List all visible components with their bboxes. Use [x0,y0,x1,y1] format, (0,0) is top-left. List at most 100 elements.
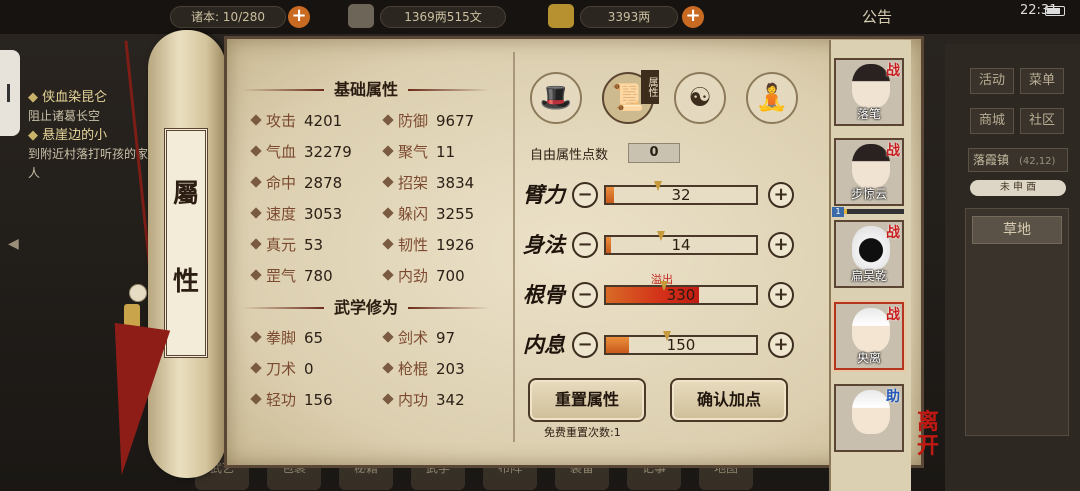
stamina-plus-button[interactable]: + [288,6,310,28]
free-points-label: 自由属性点数 [530,148,609,163]
basic-attributes-heading: 基础属性 [242,78,416,102]
member-name: 落笔 [856,107,881,121]
tassel-bead [129,284,147,302]
location-name: 落霞镇 [973,153,1010,167]
role-badge: 助 [886,389,900,405]
stat-dodge: 躲闪 3255 [382,203,474,225]
agility-value: 14 [671,236,691,254]
stat-hp: 气血 32279 [250,141,352,163]
hat-icon[interactable]: 🎩 [530,72,582,124]
body-figure-icon[interactable]: 🧘 [746,72,798,124]
party-member-selected[interactable]: 战央离 [834,302,904,370]
strength-minus-button[interactable]: − [572,182,598,208]
party-member[interactable]: 战扁吴乾 [834,220,904,288]
scroll-title-plaque: 屬 性 [164,128,208,358]
tab-active-tag: 属性 [641,70,659,104]
member-hp-bar [834,209,904,214]
breath-bar: 150 [604,331,758,355]
attr-name-strength: 臂力 [523,182,565,207]
confirm-points-button[interactable]: 确认加点 [670,378,788,422]
silver-ingot-icon [548,4,574,28]
heading-text: 武学修为 [333,298,398,317]
heading-text: 基础属性 [333,80,398,99]
scroll-title-char: 性 [172,267,199,297]
breath-plus-button[interactable]: + [768,332,794,358]
attr-name-breath: 内息 [523,332,565,357]
attr-name-constitution: 根骨 [523,282,565,307]
agility-minus-button[interactable]: − [572,232,598,258]
member-level-badge: 1 [832,207,844,217]
agility-plus-button[interactable]: + [768,232,794,258]
constitution-value: 330 [666,286,696,304]
constitution-bar: 330 [604,281,758,305]
copper-display: 1369两515文 [380,6,506,28]
quest-desc: 到附近村落打听孩的家人 [28,147,149,180]
menu-button[interactable]: 菜单 [1020,68,1064,94]
stat-toughness: 韧性 1926 [382,234,474,256]
bagua-icon[interactable]: ☯ [674,72,726,124]
stat-sword: 剑术 97 [382,327,455,349]
left-drawer-handle[interactable] [0,50,20,136]
party-member[interactable]: 战步惊云 [834,138,904,206]
announcement-button[interactable]: 公告 [862,6,892,27]
copper-coin-icon [348,4,374,28]
stat-fist: 拳脚 65 [250,327,323,349]
strength-value: 32 [671,186,691,204]
stat-attack: 攻击 4201 [250,110,342,132]
portrait [852,144,890,188]
terrain-label: 草地 [972,216,1062,244]
leave-button[interactable]: 离开 [908,410,948,460]
free-reset-count: 免费重置次数:1 [544,426,621,439]
location-label[interactable]: 落霞镇 (42,12) [968,148,1068,172]
stat-parry: 招架 3834 [382,172,474,194]
stat-spear: 枪棍 203 [382,358,465,380]
role-badge: 战 [886,307,900,323]
stat-gang-qi: 罡气 780 [250,265,333,287]
panel-divider [513,52,515,442]
location-coords: (42,12) [1019,156,1056,167]
stat-focus: 聚气 11 [382,141,455,163]
role-badge: 战 [886,63,900,79]
party-member[interactable]: 助 [834,384,904,452]
activity-button[interactable]: 活动 [970,68,1014,94]
martial-heading: 武学修为 [242,296,416,320]
stat-hit: 命中 2878 [250,172,342,194]
stat-inner-force: 内劲 700 [382,265,465,287]
quest-desc: 阻止诸葛长空 [28,109,101,123]
top-bar: 诸本: 10/280 + 1369两515文 3393两 + 公告 22:31 [0,0,1080,34]
attr-name-agility: 身法 [523,232,565,257]
role-badge: 战 [886,225,900,241]
time-of-day-bar: 未 申 酉 [970,180,1066,196]
stat-defense: 防御 9677 [382,110,474,132]
party-member[interactable]: 战落笔 [834,58,904,126]
role-badge: 战 [886,143,900,159]
quest-title: 悬崖边的小 [28,126,148,145]
constitution-minus-button[interactable]: − [572,282,598,308]
member-name: 步惊云 [850,187,887,201]
free-points-value: 0 [628,143,680,163]
reset-attributes-button[interactable]: 重置属性 [528,378,646,422]
strength-plus-button[interactable]: + [768,182,794,208]
stat-true-essence: 真元 53 [250,234,323,256]
silver-plus-button[interactable]: + [682,6,704,28]
stat-internal: 内功 342 [382,389,465,411]
strength-bar: 32 [604,181,758,205]
portrait [852,64,890,108]
member-name: 扁吴乾 [850,269,887,283]
left-arrow-icon[interactable]: ◀ [8,236,19,252]
silver-display: 3393两 [580,6,678,28]
breath-value: 150 [666,336,696,354]
stat-lightness: 轻功 156 [250,389,333,411]
battery-icon [1045,6,1065,16]
scroll-title-char: 屬 [172,179,199,209]
shop-button[interactable]: 商城 [970,108,1014,134]
stat-blade: 刀术 0 [250,358,314,380]
member-name: 央离 [856,351,881,365]
stat-speed: 速度 3053 [250,203,342,225]
community-button[interactable]: 社区 [1020,108,1064,134]
constitution-plus-button[interactable]: + [768,282,794,308]
agility-bar: 14 [604,231,758,255]
portrait [852,390,890,434]
breath-minus-button[interactable]: − [572,332,598,358]
stamina-display: 诸本: 10/280 [170,6,286,28]
